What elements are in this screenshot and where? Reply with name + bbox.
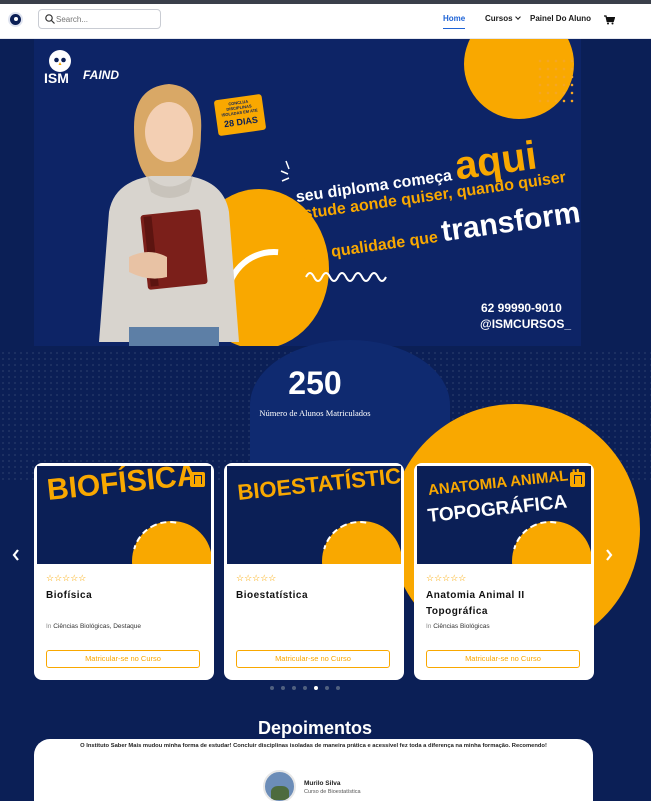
rating-stars: ☆☆☆☆☆: [46, 573, 87, 583]
search-input[interactable]: [56, 12, 156, 26]
carousel-dot[interactable]: [336, 686, 340, 690]
nav-cursos[interactable]: Cursos: [485, 14, 521, 23]
search-box[interactable]: [38, 9, 161, 29]
rating-stars: ☆☆☆☆☆: [426, 573, 467, 583]
carousel-pagination: [270, 686, 340, 692]
arrow-right-icon[interactable]: [604, 548, 614, 562]
course-thumbnail-title: BIOFÍSICA: [45, 466, 200, 508]
course-category-link[interactable]: Ciências Biológicas, Destaque: [53, 623, 141, 630]
hero-headline-3a: com qualidade que: [293, 229, 439, 267]
course-thumbnail[interactable]: ANATOMIA ANIMAL II TOPOGRÁFICA: [417, 466, 591, 564]
course-card[interactable]: ANATOMIA ANIMAL II TOPOGRÁFICA ☆☆☆☆☆ Ana…: [414, 463, 594, 680]
course-category: In Ciências Biológicas: [426, 623, 490, 630]
thumb-decor-arc: [118, 507, 211, 564]
search-icon: [45, 14, 55, 24]
arrow-left-icon[interactable]: [11, 548, 21, 562]
hero-dot-pattern: [536, 57, 576, 107]
site-logo[interactable]: [8, 12, 23, 27]
students-count-label: Número de Alunos Matriculados: [259, 408, 371, 418]
hero-headline-transforma: transforma: [439, 193, 581, 249]
site-header: Home Cursos Painel Do Aluno: [0, 4, 651, 39]
nav-home[interactable]: Home: [443, 14, 466, 29]
course-thumbnail-title: BIOESTATÍSTICA: [236, 466, 401, 506]
course-card[interactable]: BIOFÍSICA ☆☆☆☆☆ Biofísica In Ciências Bi…: [34, 463, 214, 680]
course-category-link[interactable]: Ciências Biológicas: [433, 623, 489, 630]
carousel-dot[interactable]: [270, 686, 274, 690]
hero-phone: 62 99990-9010: [481, 301, 562, 315]
testimonial-card: O Instituto Saber Mais mudou minha forma…: [34, 739, 593, 801]
thumb-decor-arc: [308, 507, 401, 564]
testimonial-course: Curso de Bioestatística: [304, 789, 361, 795]
course-thumbnail[interactable]: BIOESTATÍSTICA: [227, 466, 401, 564]
enroll-button[interactable]: Matricular-se no Curso: [426, 650, 580, 668]
course-category-prefix: In: [426, 623, 432, 630]
promo-badge: CONCLUA DISCIPLINAS ISOLADAS EM ATÉ 28 D…: [213, 93, 267, 137]
course-title[interactable]: Biofísica: [46, 588, 206, 604]
hero-banner[interactable]: ISM FAIND CONCLUA DISCIPLINAS ISOLADAS E…: [34, 39, 581, 346]
testimonials-title: Depoimentos: [257, 718, 372, 738]
nav-cursos-label: Cursos: [485, 14, 513, 23]
hero-logo-ism: ISM: [44, 70, 69, 86]
squiggle-decor: [305, 272, 387, 282]
carousel-dot[interactable]: [325, 686, 329, 690]
course-card[interactable]: BIOESTATÍSTICA ☆☆☆☆☆ Bioestatística Matr…: [224, 463, 404, 680]
carousel-dot[interactable]: [281, 686, 285, 690]
course-title[interactable]: Anatomia Animal II Topográfica: [426, 588, 586, 620]
testimonial-quote: O Instituto Saber Mais mudou minha forma…: [80, 743, 547, 749]
carousel-dot[interactable]: [314, 686, 318, 690]
hero-instagram-handle: @ISMCURSOS_: [480, 317, 572, 331]
carousel-dot[interactable]: [303, 686, 307, 690]
rating-stars: ☆☆☆☆☆: [236, 573, 277, 583]
chevron-down-icon: [514, 14, 521, 20]
testimonial-author: Murilo Silva: [304, 780, 341, 787]
bookmark-icon[interactable]: [190, 472, 205, 487]
course-category: In Ciências Biológicas, Destaque: [46, 623, 141, 630]
enroll-button[interactable]: Matricular-se no Curso: [236, 650, 390, 668]
avatar: [263, 770, 296, 801]
students-count: 250: [288, 365, 342, 401]
course-title[interactable]: Bioestatística: [236, 588, 396, 604]
course-category-prefix: In: [46, 623, 52, 630]
carousel-dot[interactable]: [292, 686, 296, 690]
cart-icon[interactable]: [604, 15, 615, 25]
enroll-button[interactable]: Matricular-se no Curso: [46, 650, 200, 668]
bookmark-icon[interactable]: [570, 472, 585, 487]
course-thumbnail[interactable]: BIOFÍSICA: [37, 466, 211, 564]
nav-painel-do-aluno[interactable]: Painel Do Aluno: [530, 14, 591, 23]
